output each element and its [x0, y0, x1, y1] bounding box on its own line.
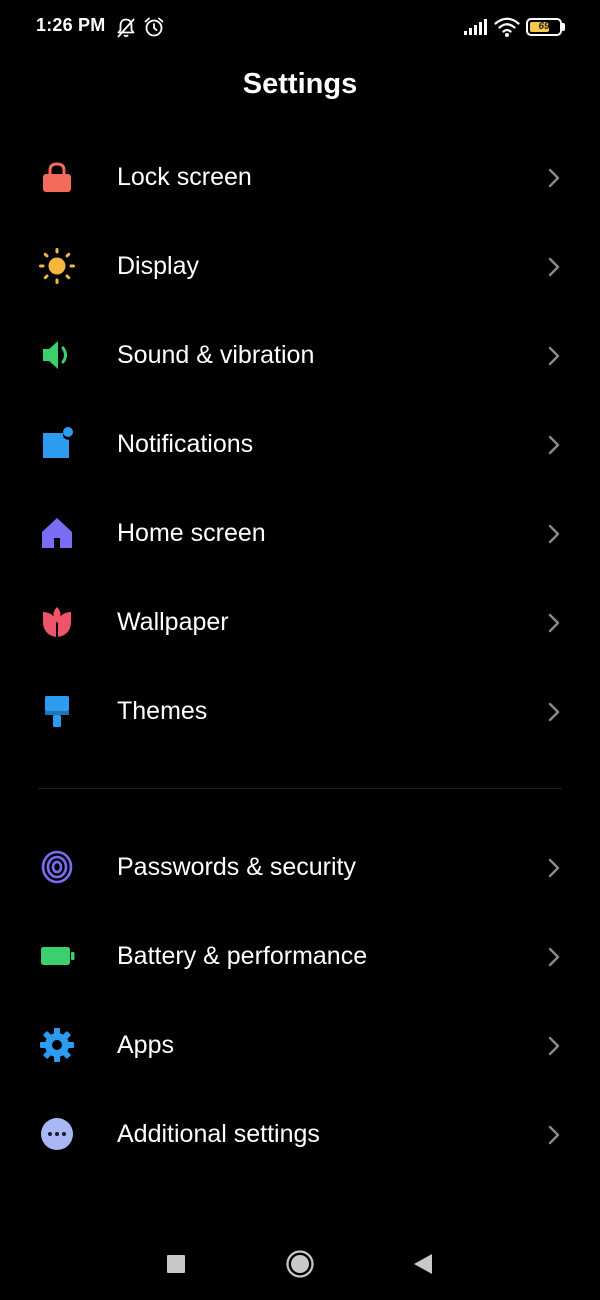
settings-item-wallpaper[interactable]: Wallpaper — [0, 578, 600, 667]
chevron-right-icon — [548, 257, 560, 277]
battery-nub — [562, 23, 565, 31]
chevron-right-icon — [548, 613, 560, 633]
back-button[interactable] — [412, 1252, 434, 1276]
chevron-right-icon — [548, 1125, 560, 1145]
chevron-right-icon — [548, 858, 560, 878]
wifi-icon — [494, 17, 520, 37]
settings-item-label: Passwords & security — [117, 853, 356, 881]
cellular-signal-icon — [464, 19, 487, 35]
settings-item-label: Sound & vibration — [117, 341, 315, 369]
chevron-right-icon — [548, 524, 560, 544]
gear-icon — [38, 1026, 76, 1064]
chevron-right-icon — [548, 702, 560, 722]
settings-item-label: Wallpaper — [117, 608, 229, 636]
page-title: Settings — [242, 68, 358, 100]
settings-item-battery-performance[interactable]: Battery & performance — [0, 912, 600, 1001]
navigation-bar — [0, 1230, 600, 1300]
home-icon — [38, 514, 76, 552]
status-bar: 1:26 PM 69 — [0, 0, 600, 56]
settings-item-home-screen[interactable]: Home screen — [0, 489, 600, 578]
recents-button[interactable] — [166, 1254, 186, 1274]
alarm-icon — [144, 17, 164, 37]
more-dots-icon — [38, 1115, 76, 1153]
settings-item-label: Apps — [117, 1031, 174, 1059]
settings-item-label: Home screen — [117, 519, 266, 547]
notification-icon — [38, 425, 76, 463]
notifications-off-icon — [117, 18, 135, 38]
chevron-right-icon — [548, 1036, 560, 1056]
settings-item-label: Notifications — [117, 430, 254, 458]
settings-item-display[interactable]: Display — [0, 222, 600, 311]
divider — [38, 788, 562, 789]
chevron-right-icon — [548, 435, 560, 455]
tulip-icon — [38, 603, 76, 641]
battery-icon: 69 — [526, 18, 562, 36]
status-time: 1:26 PM — [36, 15, 106, 35]
settings-item-label: Themes — [117, 697, 208, 725]
settings-item-sound-vibration[interactable]: Sound & vibration — [0, 311, 600, 400]
fingerprint-icon — [38, 848, 76, 886]
settings-item-label: Display — [117, 252, 199, 280]
chevron-right-icon — [548, 168, 560, 188]
settings-item-themes[interactable]: Themes — [0, 667, 600, 756]
settings-item-lock-screen[interactable]: Lock screen — [0, 133, 600, 222]
lock-icon — [38, 158, 76, 196]
battery-level: 69 — [538, 21, 550, 32]
paint-brush-icon — [38, 692, 76, 730]
battery-icon — [38, 937, 76, 975]
settings-item-apps[interactable]: Apps — [0, 1001, 600, 1090]
sun-icon — [38, 247, 76, 285]
settings-item-additional-settings[interactable]: Additional settings — [0, 1090, 600, 1179]
home-button[interactable] — [285, 1249, 315, 1279]
settings-item-label: Lock screen — [117, 163, 252, 191]
settings-item-notifications[interactable]: Notifications — [0, 400, 600, 489]
chevron-right-icon — [548, 346, 560, 366]
settings-item-passwords-security[interactable]: Passwords & security — [0, 823, 600, 912]
chevron-right-icon — [548, 947, 560, 967]
speaker-icon — [38, 336, 76, 374]
settings-item-label: Additional settings — [117, 1120, 320, 1148]
settings-item-label: Battery & performance — [117, 942, 368, 970]
